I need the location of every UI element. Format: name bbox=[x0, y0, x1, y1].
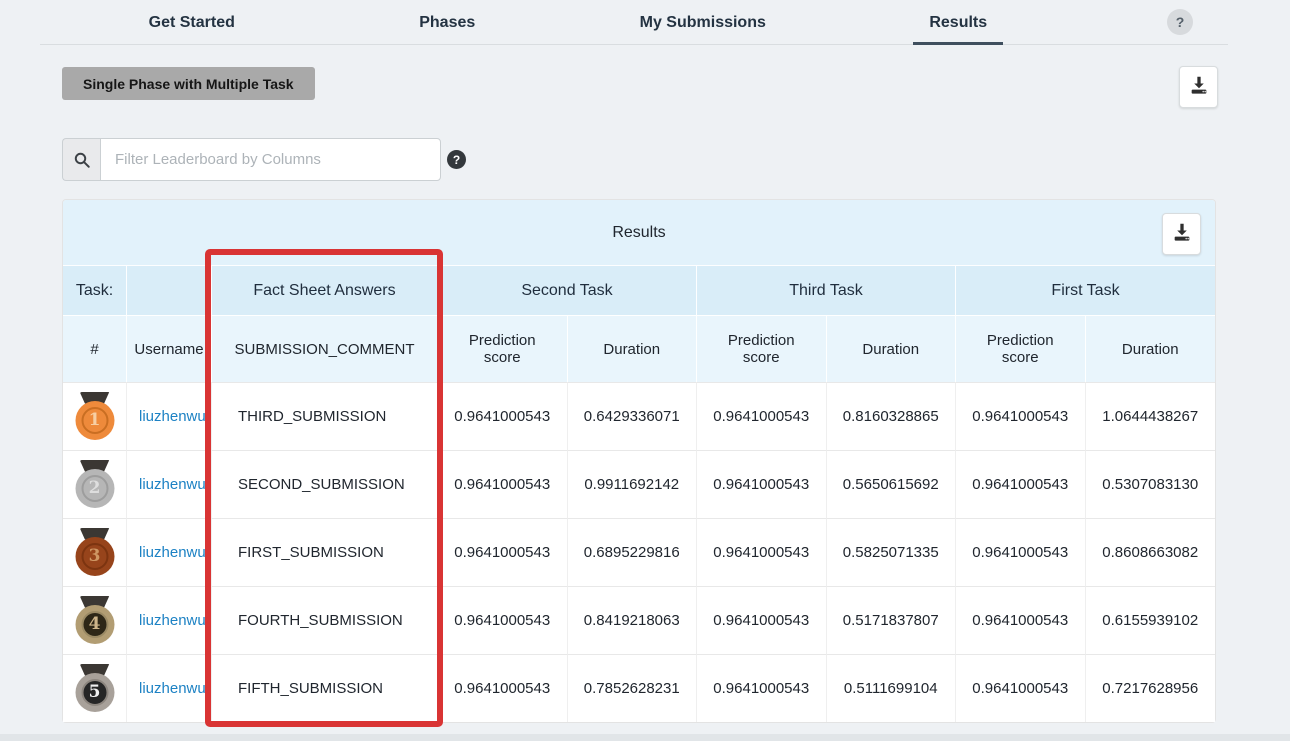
tab-get-started[interactable]: Get Started bbox=[64, 0, 320, 45]
username-cell: liuzhenwu bbox=[127, 654, 212, 722]
score-cell: 0.9641000543 bbox=[697, 518, 827, 586]
filter-help-icon[interactable]: ? bbox=[447, 150, 466, 169]
score-cell: 0.9641000543 bbox=[697, 654, 827, 722]
comment-cell: FIRST_SUBMISSION bbox=[212, 518, 438, 586]
leaderboard-title: Results bbox=[612, 224, 665, 242]
tab-results[interactable]: Results bbox=[831, 0, 1087, 45]
score-cell: 0.5307083130 bbox=[1086, 450, 1216, 518]
rank-cell: 5 bbox=[63, 654, 127, 722]
group-task-label: Task: bbox=[63, 265, 127, 315]
rank-cell: 4 bbox=[63, 586, 127, 654]
help-icon[interactable]: ? bbox=[1167, 9, 1193, 35]
col-prediction-score[interactable]: Prediction score bbox=[697, 315, 827, 382]
group-second-task: Second Task bbox=[438, 265, 697, 315]
score-cell: 0.9641000543 bbox=[438, 518, 568, 586]
score-cell: 0.9641000543 bbox=[956, 654, 1086, 722]
score-cell: 0.5825071335 bbox=[827, 518, 957, 586]
download-icon bbox=[1171, 221, 1193, 248]
medal-rank4-icon: 4 bbox=[71, 596, 119, 646]
score-cell: 0.5111699104 bbox=[827, 654, 957, 722]
leaderboard-table: Results Task: Fact Sheet Answers Second … bbox=[62, 199, 1216, 723]
username-link[interactable]: liuzhenwu bbox=[139, 612, 206, 629]
score-cell: 0.9641000543 bbox=[438, 382, 568, 450]
score-cell: 0.9641000543 bbox=[438, 450, 568, 518]
rank-cell: 3 bbox=[63, 518, 127, 586]
score-cell: 0.7852628231 bbox=[568, 654, 698, 722]
col-rank[interactable]: # bbox=[63, 315, 127, 382]
score-cell: 0.6155939102 bbox=[1086, 586, 1216, 654]
download-icon bbox=[1188, 74, 1210, 101]
score-cell: 0.8419218063 bbox=[568, 586, 698, 654]
score-cell: 0.6429336071 bbox=[568, 382, 698, 450]
score-cell: 1.0644438267 bbox=[1086, 382, 1216, 450]
tab-phases[interactable]: Phases bbox=[320, 0, 576, 45]
medal-silver-icon: 2 bbox=[71, 460, 119, 510]
score-cell: 0.9641000543 bbox=[956, 450, 1086, 518]
leaderboard-filter bbox=[62, 138, 441, 181]
score-cell: 0.9641000543 bbox=[438, 654, 568, 722]
footer-strip bbox=[0, 734, 1290, 741]
score-cell: 0.9641000543 bbox=[956, 518, 1086, 586]
username-link[interactable]: liuzhenwu bbox=[139, 544, 206, 561]
username-cell: liuzhenwu bbox=[127, 382, 212, 450]
col-prediction-score[interactable]: Prediction score bbox=[438, 315, 568, 382]
filter-input[interactable] bbox=[100, 138, 441, 181]
col-username[interactable]: Username bbox=[127, 315, 212, 382]
comment-cell: FIFTH_SUBMISSION bbox=[212, 654, 438, 722]
col-duration[interactable]: Duration bbox=[1086, 315, 1216, 382]
score-cell: 0.9641000543 bbox=[956, 586, 1086, 654]
username-link[interactable]: liuzhenwu bbox=[139, 680, 206, 697]
rank-cell: 2 bbox=[63, 450, 127, 518]
results-page: Get Started Phases My Submissions Result… bbox=[0, 0, 1290, 741]
score-cell: 0.6895229816 bbox=[568, 518, 698, 586]
download-button[interactable] bbox=[1179, 66, 1218, 108]
col-duration[interactable]: Duration bbox=[568, 315, 698, 382]
score-cell: 0.9641000543 bbox=[697, 382, 827, 450]
score-cell: 0.9641000543 bbox=[438, 586, 568, 654]
group-third-task: Third Task bbox=[697, 265, 956, 315]
username-cell: liuzhenwu bbox=[127, 518, 212, 586]
comment-cell: FOURTH_SUBMISSION bbox=[212, 586, 438, 654]
score-cell: 0.5650615692 bbox=[827, 450, 957, 518]
comment-cell: THIRD_SUBMISSION bbox=[212, 382, 438, 450]
medal-bronze-icon: 3 bbox=[71, 528, 119, 578]
score-cell: 0.9641000543 bbox=[697, 450, 827, 518]
score-cell: 0.5171837807 bbox=[827, 586, 957, 654]
score-cell: 0.8608663082 bbox=[1086, 518, 1216, 586]
phase-button[interactable]: Single Phase with Multiple Task bbox=[62, 67, 315, 100]
username-link[interactable]: liuzhenwu bbox=[139, 476, 206, 493]
search-icon bbox=[62, 138, 100, 181]
score-cell: 0.7217628956 bbox=[1086, 654, 1216, 722]
username-cell: liuzhenwu bbox=[127, 450, 212, 518]
score-cell: 0.9641000543 bbox=[697, 586, 827, 654]
score-cell: 0.8160328865 bbox=[827, 382, 957, 450]
col-prediction-score[interactable]: Prediction score bbox=[956, 315, 1086, 382]
table-download-button[interactable] bbox=[1162, 213, 1201, 255]
tabbar: Get Started Phases My Submissions Result… bbox=[64, 0, 1086, 45]
score-cell: 0.9641000543 bbox=[956, 382, 1086, 450]
group-first-task: First Task bbox=[956, 265, 1215, 315]
col-duration[interactable]: Duration bbox=[827, 315, 957, 382]
rank-cell: 1 bbox=[63, 382, 127, 450]
group-empty bbox=[127, 265, 212, 315]
username-cell: liuzhenwu bbox=[127, 586, 212, 654]
score-cell: 0.9911692142 bbox=[568, 450, 698, 518]
medal-gold-icon: 1 bbox=[71, 392, 119, 442]
col-submission-comment[interactable]: SUBMISSION_COMMENT bbox=[212, 315, 438, 382]
comment-cell: SECOND_SUBMISSION bbox=[212, 450, 438, 518]
leaderboard-grid: Task: Fact Sheet Answers Second Task Thi… bbox=[63, 265, 1215, 722]
group-fact-sheet-answers: Fact Sheet Answers bbox=[212, 265, 438, 315]
medal-rank5-icon: 5 bbox=[71, 664, 119, 714]
leaderboard-header: Results bbox=[63, 200, 1215, 265]
username-link[interactable]: liuzhenwu bbox=[139, 408, 206, 425]
tab-my-submissions[interactable]: My Submissions bbox=[575, 0, 831, 45]
